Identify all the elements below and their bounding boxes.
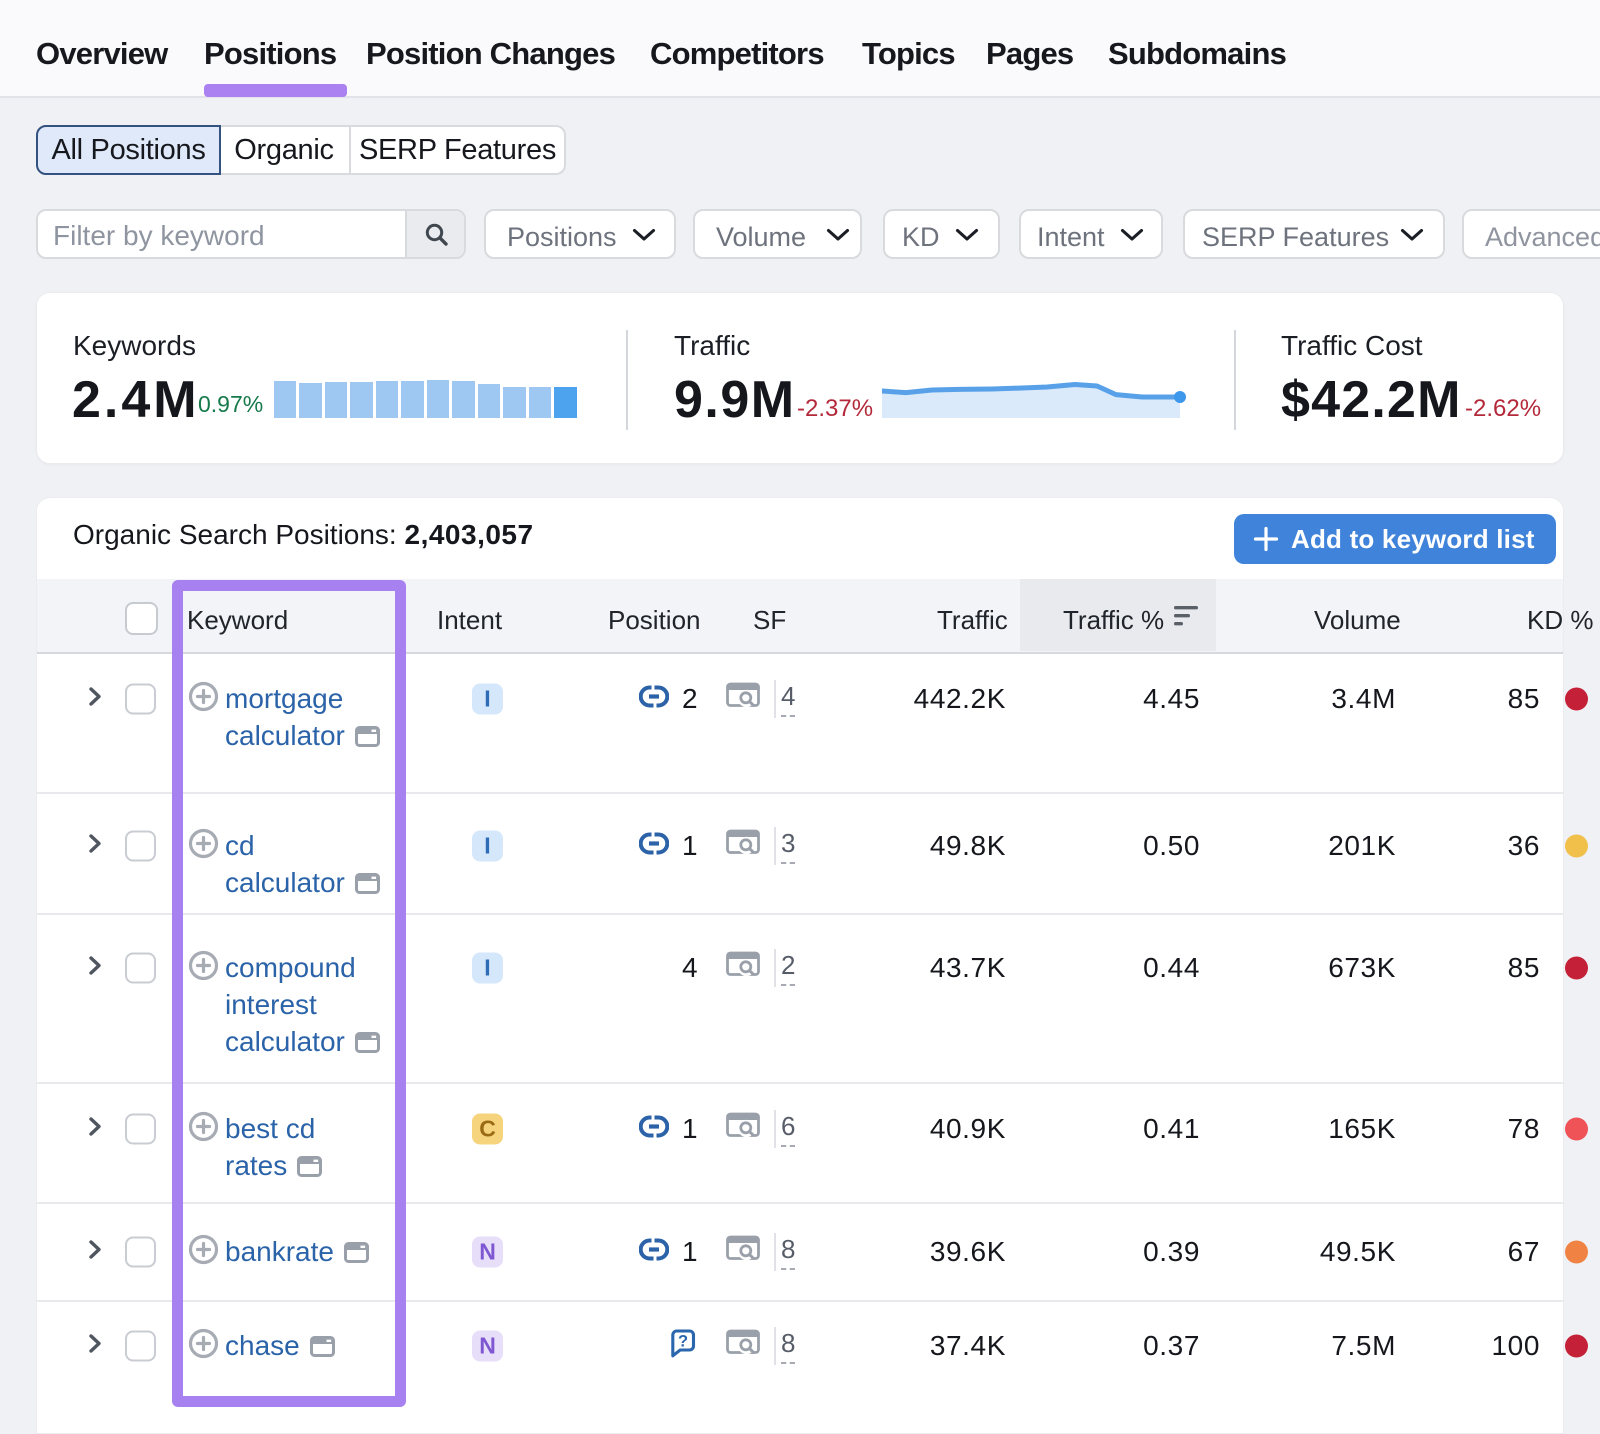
svg-text:?: ? xyxy=(678,1332,688,1350)
